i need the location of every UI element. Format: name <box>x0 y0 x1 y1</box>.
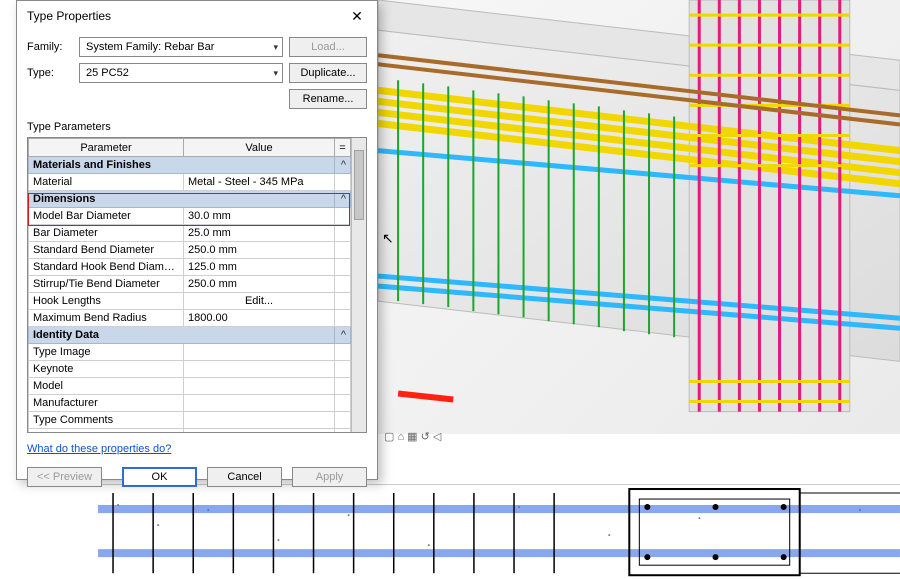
param-row-type-comments[interactable]: Type Comments <box>29 412 351 429</box>
help-link[interactable]: What do these properties do? <box>27 443 171 455</box>
parameters-grid: Parameter Value = Materials and Finishes… <box>27 137 367 433</box>
param-row-bar-diameter[interactable]: Bar Diameter 25.0 mm <box>29 225 351 242</box>
rename-button[interactable]: Rename... <box>289 89 367 109</box>
titlebar: Type Properties ✕ <box>17 1 377 31</box>
param-row-stirrup-tie-bend-diameter[interactable]: Stirrup/Tie Bend Diameter 250.0 mm <box>29 276 351 293</box>
close-button[interactable]: ✕ <box>343 5 371 27</box>
family-combobox[interactable]: System Family: Rebar Bar ▾ <box>79 37 283 57</box>
view-control-bar[interactable]: ▢ ⌂ ▦ ↺ ◁ <box>384 430 441 443</box>
collapse-icon[interactable]: ^ <box>335 157 351 174</box>
apply-button: Apply <box>292 467 367 487</box>
type-value: 25 PC52 <box>86 67 129 79</box>
param-row-model-bar-diameter[interactable]: Model Bar Diameter 30.0 mm <box>29 208 351 225</box>
param-row-maximum-bend-radius[interactable]: Maximum Bend Radius 1800.00 <box>29 310 351 327</box>
chevron-down-icon: ▾ <box>273 42 278 53</box>
type-parameters-label: Type Parameters <box>17 119 377 137</box>
ok-button[interactable]: OK <box>122 467 197 487</box>
scrollbar-thumb[interactable] <box>354 150 364 220</box>
close-icon: ✕ <box>351 8 363 25</box>
dialog-title: Type Properties <box>27 9 111 23</box>
duplicate-button[interactable]: Duplicate... <box>289 63 367 83</box>
param-row-model[interactable]: Model <box>29 378 351 395</box>
type-properties-dialog: Type Properties ✕ Family: System Family:… <box>16 0 378 480</box>
section-dimensions: Dimensions ^ <box>29 191 351 208</box>
viewport-plan[interactable] <box>98 484 900 579</box>
param-row-material[interactable]: Material Metal - Steel - 345 MPa <box>29 174 351 191</box>
param-row-url[interactable]: URL <box>29 429 351 433</box>
viewport-3d[interactable] <box>378 0 900 434</box>
section-identity-data: Identity Data ^ <box>29 327 351 344</box>
param-row-type-image[interactable]: Type Image <box>29 344 351 361</box>
type-label: Type: <box>27 67 73 79</box>
col-parameter[interactable]: Parameter <box>29 139 184 157</box>
load-button: Load... <box>289 37 367 57</box>
grid-scrollbar[interactable] <box>351 138 366 432</box>
param-row-keynote[interactable]: Keynote <box>29 361 351 378</box>
col-equals[interactable]: = <box>335 139 351 157</box>
type-combobox[interactable]: 25 PC52 ▾ <box>79 63 283 83</box>
param-row-standard-bend-diameter[interactable]: Standard Bend Diameter 250.0 mm <box>29 242 351 259</box>
section-materials: Materials and Finishes ^ <box>29 157 351 174</box>
cursor-icon: ↖ <box>382 230 394 247</box>
family-label: Family: <box>27 41 73 53</box>
param-row-standard-hook-bend-diameter[interactable]: Standard Hook Bend Diameter 125.0 mm <box>29 259 351 276</box>
edit-hook-lengths-button[interactable]: Edit... <box>184 293 335 310</box>
param-row-hook-lengths[interactable]: Hook Lengths Edit... <box>29 293 351 310</box>
col-value[interactable]: Value <box>184 139 335 157</box>
collapse-icon[interactable]: ^ <box>335 327 351 344</box>
param-row-manufacturer[interactable]: Manufacturer <box>29 395 351 412</box>
cancel-button[interactable]: Cancel <box>207 467 282 487</box>
preview-button: << Preview <box>27 467 102 487</box>
grid-header-row: Parameter Value = <box>29 139 351 157</box>
chevron-down-icon: ▾ <box>273 68 278 79</box>
family-value: System Family: Rebar Bar <box>86 41 214 53</box>
collapse-icon[interactable]: ^ <box>335 191 351 208</box>
